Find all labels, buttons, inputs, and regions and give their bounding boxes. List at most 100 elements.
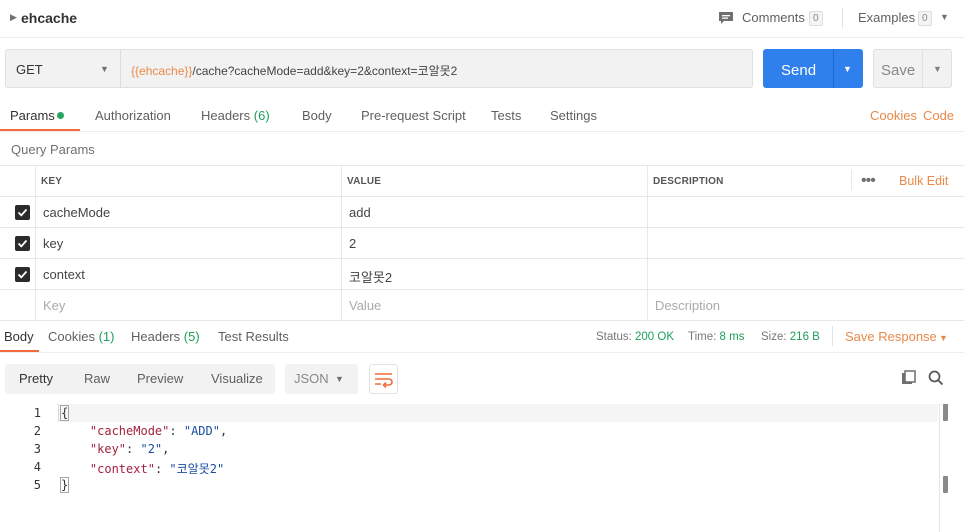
tab-params[interactable]: Params bbox=[10, 108, 55, 123]
tab-body[interactable]: Body bbox=[302, 108, 332, 123]
chevron-down-icon[interactable]: ▼ bbox=[939, 333, 948, 343]
line-number: 2 bbox=[33, 424, 41, 438]
active-tab-indicator bbox=[0, 350, 39, 352]
new-param-value-input[interactable]: Value bbox=[349, 298, 381, 313]
caret-right-icon[interactable]: ▶ bbox=[10, 12, 17, 23]
url-path: /cache?cacheMode=add&key=2&context=코알못2 bbox=[192, 64, 458, 78]
divider bbox=[842, 8, 843, 28]
json-value: "ADD" bbox=[183, 424, 220, 438]
view-pretty-button[interactable]: Pretty bbox=[19, 371, 53, 386]
view-visualize-button[interactable]: Visualize bbox=[211, 371, 263, 386]
tab-headers[interactable]: Headers (6) bbox=[201, 108, 270, 123]
status-label: Status: bbox=[596, 331, 632, 343]
tab-headers-label: Headers bbox=[201, 108, 251, 123]
param-enabled-checkbox[interactable] bbox=[15, 267, 30, 282]
cookies-link[interactable]: Cookies bbox=[870, 108, 917, 123]
cursor-line-highlight bbox=[58, 404, 938, 422]
status-readout[interactable]: Status: 200 OK bbox=[596, 331, 674, 343]
save-response-button[interactable]: Save Response bbox=[845, 329, 937, 344]
divider bbox=[0, 320, 964, 321]
query-params-title: Query Params bbox=[11, 142, 95, 157]
param-key-cell[interactable]: context bbox=[43, 267, 85, 282]
json-key: "key" bbox=[89, 442, 127, 456]
param-value-cell[interactable]: 2 bbox=[349, 236, 356, 251]
params-active-dot-icon bbox=[57, 112, 64, 119]
response-tab-cookies-label: Cookies bbox=[48, 329, 95, 344]
examples-button[interactable]: Examples bbox=[858, 10, 915, 25]
line-number: 1 bbox=[33, 406, 41, 420]
wrap-lines-button[interactable] bbox=[369, 364, 398, 394]
response-tab-cookies[interactable]: Cookies (1) bbox=[48, 329, 114, 344]
send-options-chevron-icon[interactable]: ▼ bbox=[843, 64, 852, 74]
url-text[interactable]: {{ehcache}}/cache?cacheMode=add&key=2&co… bbox=[131, 62, 457, 79]
column-header-value: VALUE bbox=[347, 176, 382, 187]
response-tab-headers[interactable]: Headers (5) bbox=[131, 329, 200, 344]
comments-count-badge: 0 bbox=[809, 11, 823, 26]
divider bbox=[0, 196, 964, 197]
time-readout[interactable]: Time: 8 ms bbox=[688, 331, 744, 343]
code-line: "context": "코알못2" bbox=[89, 462, 225, 476]
tab-pre-request-script[interactable]: Pre-request Script bbox=[361, 108, 466, 123]
json-key: "context" bbox=[89, 462, 155, 476]
response-tab-test-results[interactable]: Test Results bbox=[218, 329, 289, 344]
line-number: 3 bbox=[33, 442, 41, 456]
code-line: "cacheMode": "ADD", bbox=[89, 424, 228, 438]
code-line: "key": "2", bbox=[89, 442, 170, 456]
examples-count-badge: 0 bbox=[918, 11, 932, 26]
collection-name[interactable]: ehcache bbox=[21, 10, 77, 26]
search-icon[interactable] bbox=[928, 370, 944, 389]
code-link[interactable]: Code bbox=[923, 108, 954, 123]
view-raw-button[interactable]: Raw bbox=[84, 371, 110, 386]
save-label[interactable]: Save bbox=[881, 62, 915, 79]
size-label: Size: bbox=[761, 331, 787, 343]
scrollbar-thumb[interactable] bbox=[943, 404, 948, 421]
comments-button[interactable]: Comments bbox=[742, 10, 805, 25]
copy-icon[interactable] bbox=[901, 370, 917, 389]
param-value-cell[interactable]: 코알못2 bbox=[349, 267, 392, 286]
divider bbox=[35, 165, 36, 321]
tabs-border bbox=[0, 131, 964, 132]
param-value-cell[interactable]: add bbox=[349, 205, 371, 220]
response-tab-headers-label: Headers bbox=[131, 329, 181, 344]
param-enabled-checkbox[interactable] bbox=[15, 236, 30, 251]
code-line: } bbox=[61, 478, 69, 492]
chevron-down-icon[interactable]: ▼ bbox=[940, 12, 949, 22]
comment-icon[interactable] bbox=[718, 11, 734, 24]
response-tab-headers-count: (5) bbox=[183, 329, 200, 344]
new-param-description-input[interactable]: Description bbox=[655, 298, 720, 313]
column-header-description: DESCRIPTION bbox=[653, 176, 724, 187]
tab-authorization[interactable]: Authorization bbox=[95, 108, 171, 123]
tab-settings[interactable]: Settings bbox=[550, 108, 597, 123]
view-preview-button[interactable]: Preview bbox=[137, 371, 183, 386]
divider bbox=[832, 326, 833, 346]
param-key-cell[interactable]: cacheMode bbox=[43, 205, 110, 220]
format-label: JSON bbox=[294, 371, 329, 386]
response-tab-body[interactable]: Body bbox=[4, 329, 34, 344]
json-value: "코알못2" bbox=[169, 462, 225, 476]
line-number: 5 bbox=[33, 478, 41, 492]
new-param-key-input[interactable]: Key bbox=[43, 298, 65, 313]
scrollbar-thumb[interactable] bbox=[943, 476, 948, 493]
send-label[interactable]: Send bbox=[781, 62, 816, 79]
divider bbox=[341, 165, 342, 321]
method-label: GET bbox=[16, 62, 43, 77]
status-value: 200 OK bbox=[635, 331, 675, 343]
save-options-chevron-icon[interactable]: ▼ bbox=[933, 64, 942, 74]
params-table bbox=[0, 165, 964, 321]
size-readout[interactable]: Size: 216 B bbox=[761, 331, 820, 343]
divider bbox=[851, 170, 852, 190]
chevron-down-icon[interactable]: ▼ bbox=[100, 64, 109, 74]
more-options-icon[interactable]: ••• bbox=[861, 172, 876, 190]
chevron-down-icon[interactable]: ▼ bbox=[335, 374, 344, 384]
tab-tests[interactable]: Tests bbox=[491, 108, 521, 123]
json-key: "cacheMode" bbox=[89, 424, 170, 438]
bulk-edit-link[interactable]: Bulk Edit bbox=[899, 174, 948, 188]
url-variable: {{ehcache}} bbox=[131, 64, 193, 78]
param-key-cell[interactable]: key bbox=[43, 236, 63, 251]
line-number: 4 bbox=[33, 460, 41, 474]
tabs-border bbox=[0, 352, 964, 353]
editor-scrollbar-track[interactable] bbox=[939, 404, 940, 532]
param-enabled-checkbox[interactable] bbox=[15, 205, 30, 220]
active-tab-indicator bbox=[0, 129, 80, 131]
divider bbox=[0, 227, 964, 228]
